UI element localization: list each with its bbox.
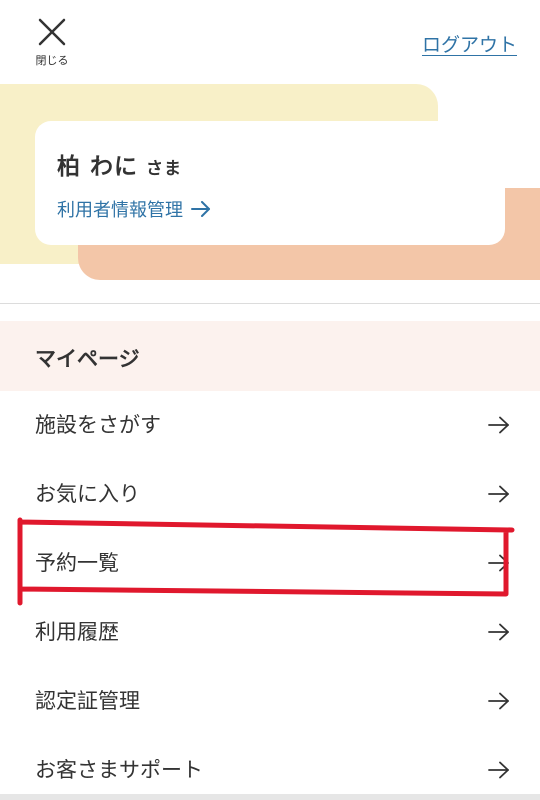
user-info-management-link[interactable]: 利用者情報管理: [57, 196, 211, 222]
menu-item-customer-support[interactable]: お客さまサポート: [0, 736, 540, 800]
menu-item-usage-history[interactable]: 利用履歴: [0, 598, 540, 667]
menu-item-label: 施設をさがす: [35, 413, 161, 437]
close-label: 閉じる: [35, 54, 69, 67]
arrow-right-icon: [488, 416, 509, 434]
menu-item-label: 認定証管理: [35, 689, 140, 713]
user-honorific: さま: [146, 159, 183, 179]
menu-item-favorites[interactable]: お気に入り: [0, 460, 540, 529]
logout-link[interactable]: ログアウト: [422, 30, 517, 57]
menu-item-reservations[interactable]: 予約一覧: [0, 529, 540, 598]
section-title: マイページ: [35, 347, 140, 371]
menu-item-label: 利用履歴: [35, 620, 119, 644]
arrow-right-icon: [488, 692, 509, 710]
user-name: 柏 わに さま: [57, 147, 182, 181]
close-icon: [38, 18, 66, 46]
arrow-right-icon: [488, 623, 509, 641]
menu-item-certificate-management[interactable]: 認定証管理: [0, 667, 540, 736]
close-button[interactable]: 閉じる: [28, 14, 76, 70]
user-card: 柏 わに さま 利用者情報管理: [35, 121, 505, 245]
arrow-right-icon: [488, 761, 509, 779]
menu-item-label: お気に入り: [35, 482, 140, 506]
menu-item-search-facility[interactable]: 施設をさがす: [0, 391, 540, 460]
arrow-right-icon: [488, 554, 509, 572]
arrow-right-icon: [488, 485, 509, 503]
divider: [0, 303, 540, 304]
user-name-text: 柏 わに: [57, 154, 139, 180]
section-header: マイページ: [0, 321, 540, 391]
arrow-right-icon: [191, 201, 210, 217]
menu-item-label: お客さまサポート: [35, 758, 203, 782]
user-info-management-label: 利用者情報管理: [57, 200, 183, 221]
header: 閉じる ログアウト: [0, 0, 540, 84]
menu-item-label: 予約一覧: [35, 551, 119, 575]
bottom-edge: [0, 794, 540, 800]
